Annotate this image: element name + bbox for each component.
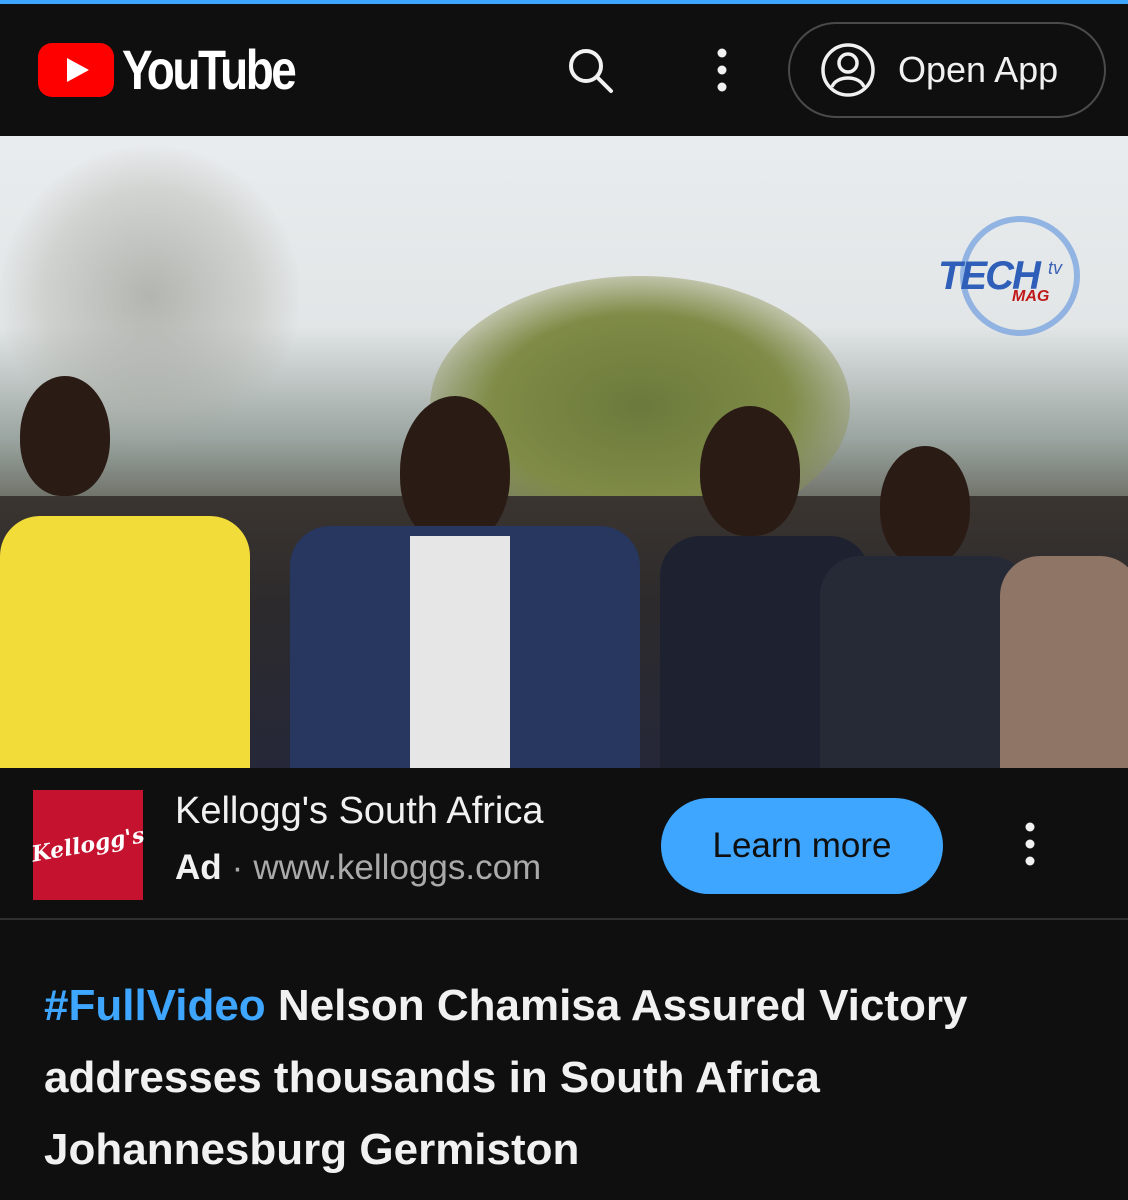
advertiser-logo[interactable]: Kellogg's xyxy=(30,790,146,900)
ad-more-button[interactable] xyxy=(1000,814,1060,874)
ad-badge: Ad xyxy=(175,848,222,887)
video-person-far-right xyxy=(820,446,1030,768)
video-person-edge-right xyxy=(1000,516,1128,768)
learn-more-button[interactable]: Learn more xyxy=(661,798,943,894)
ad-banner[interactable]: Kellogg's Kellogg's South Africa Ad · www.… xyxy=(0,768,1128,920)
ad-info-line: Ad · www.kelloggs.com xyxy=(175,848,541,888)
youtube-logo[interactable]: YouTube xyxy=(38,42,332,98)
open-app-button[interactable]: Open App xyxy=(788,22,1106,118)
video-person-center xyxy=(280,376,660,768)
advertiser-name[interactable]: Kellogg's South Africa xyxy=(175,790,543,833)
ad-url[interactable]: www.kelloggs.com xyxy=(253,848,541,887)
channel-watermark-logo: TECH tv MAG xyxy=(930,176,1100,336)
open-app-label: Open App xyxy=(898,49,1059,90)
more-vert-icon xyxy=(717,48,727,92)
youtube-wordmark: YouTube xyxy=(122,38,297,101)
title-hashtag-link[interactable]: #FullVideo xyxy=(44,981,266,1030)
search-icon xyxy=(569,49,613,93)
top-app-bar: YouTube Open App xyxy=(0,4,1128,132)
more-vert-icon xyxy=(1025,822,1035,866)
video-person-left xyxy=(0,376,260,768)
search-button[interactable] xyxy=(560,40,620,100)
separator-dot: · xyxy=(231,848,244,887)
account-icon xyxy=(821,43,875,97)
video-title: #FullVideo Nelson Chamisa Assured Victor… xyxy=(44,970,1104,1186)
video-player[interactable]: TECH tv MAG xyxy=(0,136,1128,768)
more-options-button[interactable] xyxy=(692,40,752,100)
youtube-play-icon xyxy=(38,43,114,97)
